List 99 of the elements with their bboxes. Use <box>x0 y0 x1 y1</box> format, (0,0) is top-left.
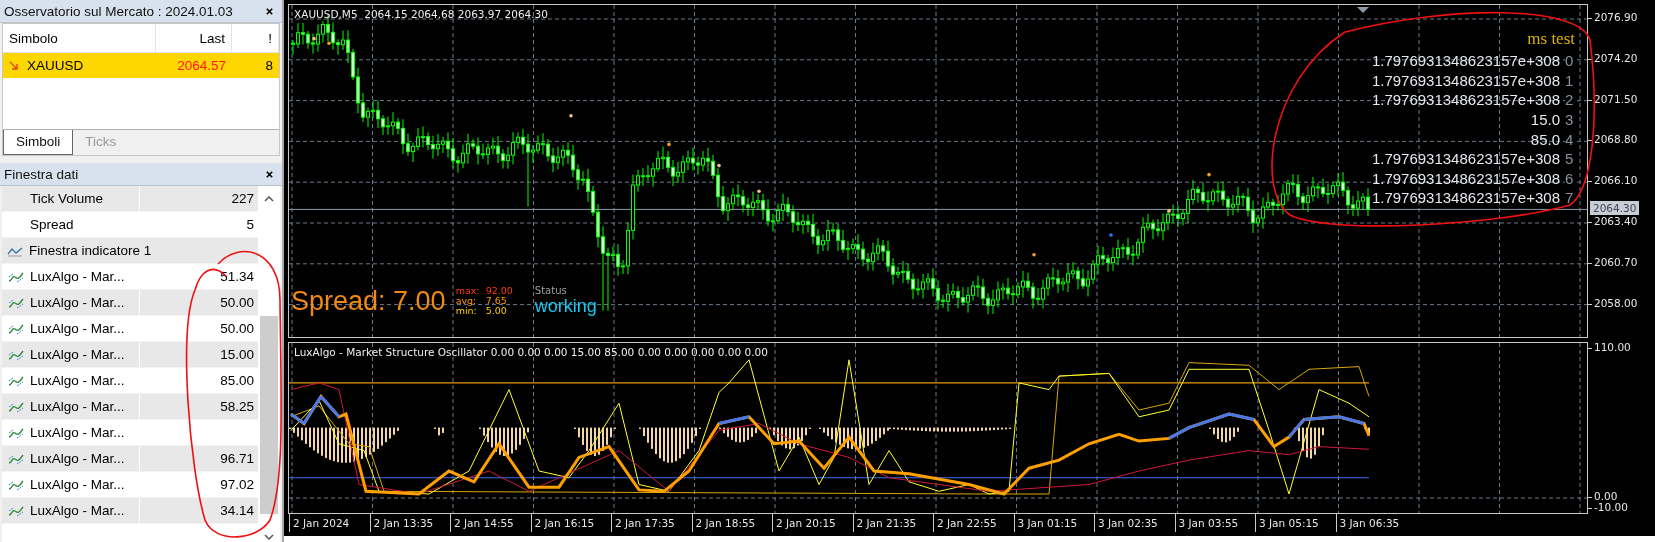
time-label: 3 Jan 06:35 <box>1335 514 1416 532</box>
time-label: 2 Jan 21:35 <box>852 514 933 532</box>
indicator-icon <box>8 426 24 439</box>
time-label: 3 Jan 03:55 <box>1174 514 1255 532</box>
indicator-icon <box>8 348 24 361</box>
data-label: Spread <box>29 217 74 232</box>
data-label: LuxAlgo - Mar... <box>30 269 125 284</box>
status-value: working <box>534 296 597 317</box>
close-icon[interactable] <box>265 6 274 16</box>
data-value: 34.14 <box>220 503 254 518</box>
current-price-label: 2064.30 <box>1590 201 1640 215</box>
close-icon[interactable] <box>265 169 274 179</box>
scale-label: 110.00 <box>1588 341 1631 353</box>
data-value: 85.00 <box>220 373 254 388</box>
column-header[interactable]: Simbolo <box>3 24 156 52</box>
price-label: 2074.20 <box>1588 51 1638 64</box>
buffer-value: 1.7976931348623157e+308 <box>1371 71 1560 89</box>
indicator-icon <box>8 374 24 387</box>
panel-title: Finestra dati <box>4 166 79 182</box>
data-value: 15.00 <box>220 347 254 362</box>
tab[interactable]: Simboli <box>3 130 74 155</box>
data-value: 97.02 <box>220 477 254 492</box>
indicator-icon <box>8 504 24 517</box>
overlay-title: ms test <box>1527 29 1575 50</box>
time-label: 3 Jan 01:15 <box>1013 514 1094 532</box>
price-chart[interactable] <box>288 4 1588 338</box>
oscillator-panel[interactable]: LuxAlgo - Market Structure Oscillator 0.00 0.00 0.00 15.00 85.00 0.00 0.00 0.00 0.00 0.00 <box>288 342 1588 514</box>
buffer-value: 1.7976931348623157e+308 <box>1371 169 1560 187</box>
time-label: 2 Jan 14:55 <box>450 514 531 532</box>
scroll-down-icon[interactable] <box>264 534 274 540</box>
data-value: 96.71 <box>220 451 254 466</box>
data-label: LuxAlgo - Mar... <box>30 477 125 492</box>
buffer-value: 1.7976931348623157e+308 <box>1371 189 1560 207</box>
table-cell-text: 2064.57 <box>176 58 227 73</box>
indicator-icon <box>8 296 24 309</box>
time-label: 2 Jan 2024 <box>289 514 370 532</box>
buffer-value: 85.0 <box>1530 130 1560 148</box>
indicator-title: LuxAlgo - Market Structure Oscillator 0.00 0.00 0.00 15.00 85.00 0.00 0.00 0.00 0.00 0.00 <box>294 346 768 358</box>
stat-label: max: <box>455 286 480 296</box>
indicator-icon <box>8 478 24 491</box>
spread-value: Spread: 7.00 <box>291 285 446 317</box>
data-value: 51.34 <box>220 269 254 284</box>
data-value: 50.00 <box>220 295 254 310</box>
buffer-value: 15.0 <box>1530 111 1560 129</box>
indicator-icon <box>8 270 24 283</box>
data-value: 50.00 <box>220 321 254 336</box>
time-label: 2 Jan 20:15 <box>772 514 853 532</box>
table-cell-text: 8 <box>264 58 274 73</box>
symbol-row[interactable]: XAUUSD 2064.57 8 <box>3 53 279 78</box>
price-label: 2076.90 <box>1588 11 1638 23</box>
price-label: 2066.10 <box>1588 174 1638 187</box>
stat-value: 5.00 <box>485 306 507 316</box>
status-label: Status <box>534 285 568 296</box>
indicator-icon <box>8 322 24 335</box>
buffer-value: 1.7976931348623157e+308 <box>1371 150 1560 168</box>
time-label: 2 Jan 18:55 <box>691 514 772 532</box>
data-value: 5 <box>246 217 254 232</box>
stat-label: avg: <box>455 296 478 306</box>
scroll-up-icon[interactable] <box>264 196 274 202</box>
scale-label: -10.00 <box>1588 501 1628 513</box>
stat-label: min: <box>455 306 478 316</box>
data-label: LuxAlgo - Mar... <box>30 321 125 336</box>
stat-value: 7.65 <box>485 296 507 306</box>
data-label: LuxAlgo - Mar... <box>30 399 125 414</box>
data-label: Tick Volume <box>29 191 104 206</box>
time-label: 3 Jan 05:15 <box>1255 514 1336 532</box>
stat-value: 92.00 <box>485 286 513 296</box>
data-label: LuxAlgo - Mar... <box>30 373 125 388</box>
panel-title: Osservatorio sul Mercato : 2024.01.03 <box>4 3 233 19</box>
data-label: LuxAlgo - Mar... <box>30 451 125 466</box>
time-label: 3 Jan 02:35 <box>1094 514 1175 532</box>
price-label: 2068.80 <box>1588 133 1638 146</box>
price-label: 2071.50 <box>1588 92 1638 105</box>
scrollbar-thumb[interactable] <box>260 316 278 514</box>
price-label: 2058.00 <box>1588 296 1638 309</box>
section-label: Finestra indicatore 1 <box>29 243 152 258</box>
chart-title: XAUUSD,M5 2064.15 2064.68 2063.97 2064.30 <box>294 8 548 20</box>
buffer-value: 1.7976931348623157e+308 <box>1371 91 1560 109</box>
column-header[interactable]: ! <box>232 24 279 52</box>
time-label: 2 Jan 13:35 <box>369 514 450 532</box>
arrow-icon <box>9 60 19 71</box>
data-value: 227 <box>231 191 254 206</box>
shift-marker-icon[interactable] <box>1357 7 1369 13</box>
indicator-icon <box>8 400 24 413</box>
time-label: 2 Jan 17:35 <box>611 514 692 532</box>
price-label: 2060.70 <box>1588 255 1638 268</box>
data-label: LuxAlgo - Mar... <box>30 425 125 440</box>
indicator-icon <box>8 452 24 465</box>
time-label: 2 Jan 22:55 <box>933 514 1014 532</box>
data-label: LuxAlgo - Mar... <box>30 347 125 362</box>
scale-label: 0.00 <box>1588 490 1618 502</box>
data-label: LuxAlgo - Mar... <box>30 503 125 518</box>
data-label: LuxAlgo - Mar... <box>30 295 125 310</box>
buffer-value: 1.7976931348623157e+308 <box>1371 52 1560 70</box>
column-header[interactable]: Last <box>156 24 232 52</box>
table-cell: XAUUSD <box>27 58 84 73</box>
price-label: 2063.40 <box>1588 215 1638 227</box>
time-label: 2 Jan 16:15 <box>530 514 611 532</box>
data-value: 58.25 <box>220 399 254 414</box>
